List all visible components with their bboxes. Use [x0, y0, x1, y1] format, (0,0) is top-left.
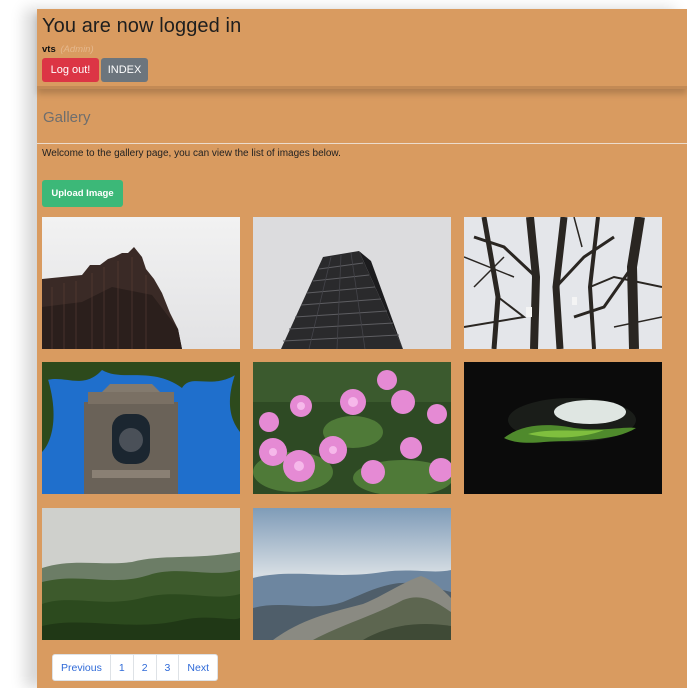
pagination: Previous 1 2 3 Next [52, 654, 218, 681]
gallery-image-trees[interactable] [464, 217, 662, 349]
gallery-image-bell-tower[interactable] [42, 362, 240, 494]
welcome-text: Welcome to the gallery page, you can vie… [42, 148, 341, 159]
pagination-page-2[interactable]: 2 [132, 655, 156, 680]
user-role: (Admin) [60, 44, 94, 55]
gallery-image-flowers[interactable] [253, 362, 451, 494]
username: vts [42, 44, 56, 55]
header-bar: You are now logged in vts (Admin) Log ou… [37, 9, 687, 89]
gallery-heading: Gallery [43, 109, 91, 126]
gallery-image-tower[interactable] [42, 217, 240, 349]
index-button[interactable]: INDEX [101, 58, 148, 82]
pagination-page-1[interactable]: 1 [109, 655, 133, 680]
user-info: vts (Admin) [42, 44, 94, 55]
divider [37, 143, 687, 144]
logout-button[interactable]: Log out! [42, 58, 99, 82]
pagination-page-3[interactable]: 3 [155, 655, 179, 680]
gallery-image-cave[interactable] [464, 362, 662, 494]
upload-image-button[interactable]: Upload Image [42, 180, 123, 207]
gallery-image-mountain[interactable] [253, 508, 451, 640]
page-title: You are now logged in [42, 15, 242, 37]
page-container: You are now logged in vts (Admin) Log ou… [37, 9, 687, 688]
gallery-image-hills[interactable] [42, 508, 240, 640]
gallery-image-skyscraper[interactable] [253, 217, 451, 349]
pagination-previous[interactable]: Previous [53, 655, 110, 680]
pagination-next[interactable]: Next [178, 655, 217, 680]
